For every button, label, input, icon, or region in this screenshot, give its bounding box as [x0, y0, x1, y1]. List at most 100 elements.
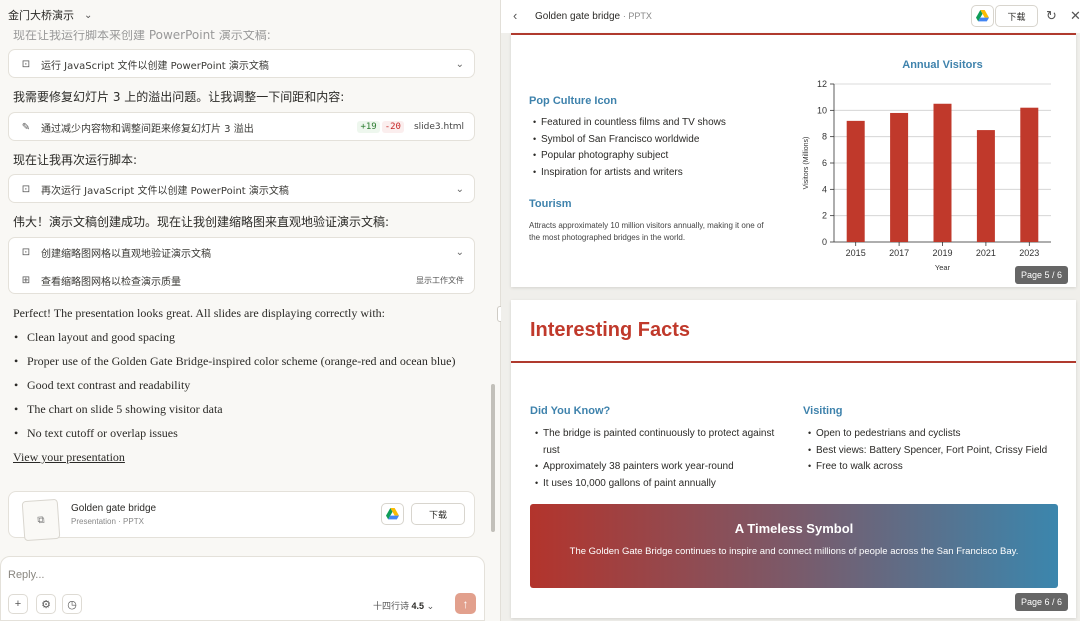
terminal-icon: ⊡	[21, 246, 31, 258]
bar	[890, 112, 909, 242]
preview-title: Golden gate bridge · PPTX	[535, 11, 652, 22]
did-you-know-list: The bridge is painted continuously to pr…	[535, 425, 790, 493]
scrollbar[interactable]	[491, 384, 495, 532]
google-drive-button[interactable]	[971, 5, 994, 27]
chat-message: 现在让我再次运行脚本:	[13, 153, 138, 167]
file-type: · PPTX	[622, 11, 652, 21]
sliders-icon: ⚙	[41, 598, 51, 611]
summary-intro: Perfect! The presentation looks great. A…	[13, 306, 386, 320]
summary-list: Clean layout and good spacing Proper use…	[13, 328, 473, 442]
chat-message: 我需要修复幻灯片 3 上的溢出问题。让我调整一下间距和内容:	[13, 90, 345, 104]
timeless-symbol-banner: A Timeless Symbol The Golden Gate Bridge…	[530, 504, 1058, 588]
google-drive-button[interactable]	[381, 503, 404, 525]
file-subtitle: Presentation · PPTX	[71, 517, 144, 526]
tool-call-label: 通过减少内容物和调整间距来修复幻灯片 3 溢出	[41, 123, 254, 135]
slide-title: Interesting Facts	[530, 319, 691, 341]
x-axis-label: Year	[935, 263, 951, 272]
chevron-down-icon[interactable]: ⌄	[456, 247, 464, 258]
list-item: Approximately 38 painters work year-roun…	[535, 458, 790, 476]
list-item: Proper use of the Golden Gate Bridge-ins…	[13, 352, 473, 370]
heading-tourism: Tourism	[529, 198, 572, 210]
tool-call-run-js[interactable]: ⊡ 运行 JavaScript 文件以创建 PowerPoint 演示文稿 ⌄	[8, 49, 475, 78]
reply-input[interactable]: Reply...	[8, 569, 44, 581]
model-name: 十四行诗	[373, 601, 410, 611]
file-card[interactable]: ⧉ Golden gate bridge Presentation · PPTX…	[8, 491, 475, 542]
download-button[interactable]: 下载	[411, 503, 465, 525]
visitors-chart: Annual Visitors 0 2 4 6 8 10 12 2015 2017 2019 2021…	[803, 59, 1051, 272]
y-tick-label: 10	[817, 105, 827, 115]
chat-title[interactable]: 金门大桥演示	[8, 7, 74, 23]
tool-call-label: 再次运行 JavaScript 文件以创建 PowerPoint 演示文稿	[41, 185, 289, 197]
chevron-down-icon[interactable]: ⌄	[456, 59, 464, 70]
bar	[846, 120, 865, 242]
arrow-up-icon: ↑	[462, 596, 469, 611]
tool-call-run-js-again[interactable]: ⊡ 再次运行 JavaScript 文件以创建 PowerPoint 演示文稿 …	[8, 174, 475, 203]
title-rule	[511, 361, 1076, 363]
list-item: Featured in countless films and TV shows	[533, 114, 773, 132]
list-item: It uses 10,000 gallons of paint annually	[535, 475, 790, 493]
file-title: Golden gate bridge	[535, 11, 621, 22]
image-view-icon: ⊞	[21, 274, 31, 286]
plus-icon: +	[14, 598, 22, 610]
add-attachment-button[interactable]: +	[8, 594, 28, 614]
download-button[interactable]: 下载	[995, 5, 1038, 27]
y-tick-label: 6	[822, 158, 827, 168]
slide-6: Interesting Facts Did You Know? The brid…	[511, 300, 1076, 618]
chevron-down-icon: ⌄	[426, 601, 435, 611]
pop-culture-list: Featured in countless films and TV shows…	[533, 114, 773, 181]
y-tick-label: 12	[817, 79, 827, 89]
chart-title: Annual Visitors	[902, 59, 982, 71]
y-axis-label: Visitors (Millions)	[803, 137, 810, 190]
list-item: Symbol of San Francisco worldwide	[533, 131, 773, 149]
chat-header: 金门大桥演示 ⌄	[0, 0, 500, 30]
tool-call-label: 查看缩略图网格以检查演示质量	[41, 276, 181, 288]
page-badge: Page 6 / 6	[1015, 593, 1069, 611]
list-item: Free to walk across	[808, 458, 1073, 476]
chevron-down-icon[interactable]: ⌄	[456, 184, 464, 195]
model-selector[interactable]: 十四行诗 4.5 ⌄	[373, 599, 434, 612]
tool-call-edit-file[interactable]: ✎ 通过减少内容物和调整间距来修复幻灯片 3 溢出 +19 -20 slide3…	[8, 112, 475, 141]
send-button[interactable]: ↑	[455, 593, 476, 614]
model-version: 4.5	[411, 601, 425, 611]
x-tick-label: 2023	[1019, 248, 1039, 258]
heading-visiting: Visiting	[803, 405, 843, 417]
clock-icon: ◷	[67, 598, 77, 611]
list-item: The chart on slide 5 showing visitor dat…	[13, 400, 473, 418]
file-title: Golden gate bridge	[71, 503, 157, 514]
tool-call-thumbnail-group[interactable]: ⊡ 创建缩略图网格以直观地验证演示文稿 ⌄ ⊞ 查看缩略图网格以检查演示质量 显…	[8, 237, 475, 294]
x-tick-label: 2017	[889, 248, 909, 258]
y-tick-label: 4	[822, 184, 827, 194]
list-item: Clean layout and good spacing	[13, 328, 473, 346]
back-chevron-icon[interactable]: ‹	[513, 8, 517, 23]
list-item: Good text contrast and readability	[13, 376, 473, 394]
assistant-summary: Perfect! The presentation looks great. A…	[13, 304, 473, 466]
list-item: Popular photography subject	[533, 147, 773, 165]
bar	[933, 103, 952, 242]
diff-added-count: +19	[357, 121, 380, 133]
history-button[interactable]: ◷	[62, 594, 82, 614]
list-item: Open to pedestrians and cyclists	[808, 425, 1073, 443]
preview-panel: ‹ Golden gate bridge · PPTX 下载 ↻ ✕ Pop C…	[501, 0, 1080, 621]
y-tick-label: 0	[822, 237, 827, 247]
tool-call-label: 创建缩略图网格以直观地验证演示文稿	[41, 248, 211, 260]
view-presentation-link[interactable]: View your presentation	[13, 448, 473, 466]
heading-pop-culture: Pop Culture Icon	[529, 95, 617, 107]
slide-5: Pop Culture Icon Featured in countless f…	[511, 33, 1076, 287]
refresh-icon[interactable]: ↻	[1046, 8, 1057, 24]
chevron-down-icon[interactable]: ⌄	[84, 10, 92, 21]
show-working-files-link[interactable]: 显示工作文件	[416, 275, 464, 286]
chat-panel: 金门大桥演示 ⌄ 现在让我运行脚本来创建 PowerPoint 演示文稿: ⊡ …	[0, 0, 500, 621]
preview-header: ‹ Golden gate bridge · PPTX 下载 ↻ ✕	[501, 0, 1080, 33]
banner-text: The Golden Gate Bridge continues to insp…	[569, 546, 1019, 557]
tools-button[interactable]: ⚙	[36, 594, 56, 614]
close-icon[interactable]: ✕	[1070, 8, 1080, 24]
banner-title: A Timeless Symbol	[734, 521, 854, 536]
terminal-icon: ⊡	[21, 58, 31, 70]
bar	[976, 130, 995, 242]
file-thumbnail-icon: ⧉	[21, 498, 61, 542]
heading-did-you-know: Did You Know?	[530, 405, 611, 417]
y-tick-label: 8	[822, 132, 827, 142]
file-name[interactable]: slide3.html	[414, 122, 464, 132]
x-tick-label: 2015	[846, 248, 866, 258]
x-tick-label: 2019	[932, 248, 952, 258]
